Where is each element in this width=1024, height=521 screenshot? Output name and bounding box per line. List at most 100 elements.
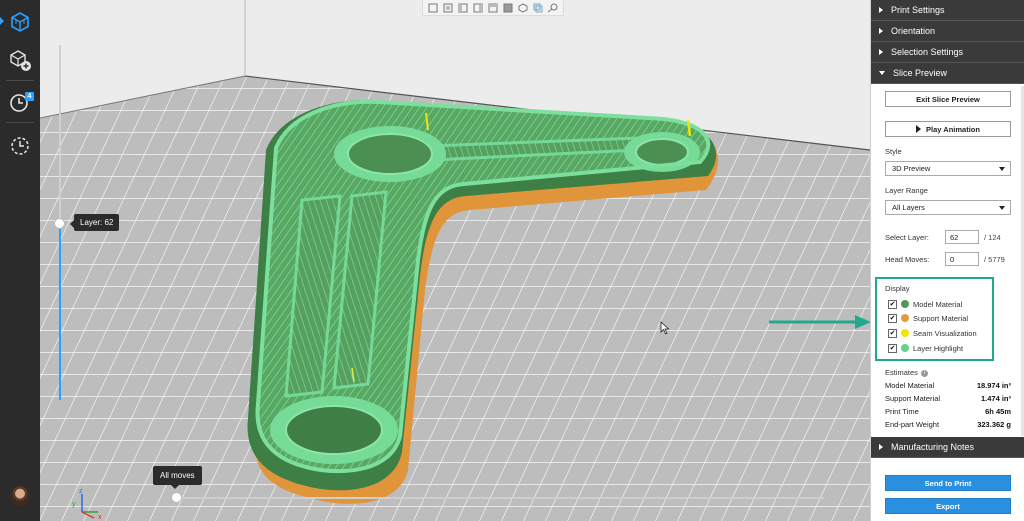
expand-arrow-icon: [879, 7, 883, 13]
head-moves-input[interactable]: 0: [945, 252, 979, 266]
section-label: Print Settings: [891, 5, 945, 15]
style-label: Style: [885, 147, 902, 156]
layer-slider-handle[interactable]: [54, 218, 65, 229]
front-view-icon[interactable]: [427, 2, 439, 14]
back-view-icon[interactable]: [442, 2, 454, 14]
left-view-icon[interactable]: [457, 2, 469, 14]
estimate-label: End-part Weight: [885, 420, 940, 429]
axis-y-label: y: [72, 501, 76, 508]
estimate-value: 1.474 in³: [980, 394, 1011, 403]
estimate-label: Print Time: [885, 407, 919, 416]
axis-triad-icon: z y x: [72, 488, 102, 520]
toolbar-divider: [6, 80, 34, 81]
expand-arrow-icon: [879, 28, 883, 34]
top-view-icon[interactable]: [487, 2, 499, 14]
estimate-value: 323.362 g: [977, 420, 1011, 429]
color-swatch: [901, 344, 909, 352]
layer-slider-fill: [59, 223, 61, 400]
left-toolbar: 4: [0, 0, 40, 521]
moves-tooltip: All moves: [153, 466, 202, 489]
axis-z-label: z: [79, 488, 83, 495]
color-swatch: [901, 314, 909, 322]
zoom-fit-icon[interactable]: [547, 2, 559, 14]
settings-panel: Print Settings Orientation Selection Set…: [870, 0, 1024, 521]
head-moves-total: / 5779: [984, 255, 1005, 264]
active-indicator: [0, 17, 4, 25]
right-view-icon[interactable]: [472, 2, 484, 14]
view-toolbar: [422, 0, 564, 16]
collapse-arrow-icon: [879, 71, 885, 75]
print-history-icon[interactable]: 4: [6, 88, 34, 116]
head-moves-slider-handle[interactable]: [171, 492, 182, 503]
section-slice-preview[interactable]: Slice Preview: [871, 63, 1024, 84]
display-item-label: Seam Visualization: [913, 328, 977, 338]
expand-arrow-icon: [879, 444, 883, 450]
axis-x-label: x: [98, 514, 102, 520]
head-moves-slider-track[interactable]: [176, 497, 824, 499]
play-icon: [916, 125, 922, 133]
section-label: Orientation: [891, 26, 936, 36]
select-layer-label: Select Layer:: [885, 233, 929, 242]
section-label: Manufacturing Notes: [891, 442, 975, 452]
checkbox[interactable]: ✔: [888, 313, 897, 323]
checkbox[interactable]: ✔: [888, 328, 897, 338]
section-label: Selection Settings: [891, 47, 964, 57]
toolbar-divider: [6, 122, 34, 123]
section-label: Slice Preview: [893, 68, 948, 78]
layer-tooltip: Layer: 62: [69, 214, 120, 231]
display-item-model-material[interactable]: ✔ Model Material: [888, 298, 962, 310]
estimate-row: Support Material 1.474 in³: [885, 394, 1011, 403]
expand-arrow-icon: [879, 49, 883, 55]
estimate-label: Support Material: [885, 394, 941, 403]
select-layer-input[interactable]: 62: [945, 230, 979, 244]
estimates-heading: Estimates i: [885, 368, 928, 377]
exit-slice-preview-button[interactable]: Exit Slice Preview: [885, 91, 1011, 107]
estimate-row: Print Time 6h 45m: [885, 407, 1011, 416]
estimate-value: 18.974 in³: [976, 381, 1011, 390]
estimate-value: 6h 45m: [985, 407, 1011, 416]
section-manufacturing-notes[interactable]: Manufacturing Notes: [871, 437, 1024, 458]
chevron-down-icon: [999, 206, 1005, 210]
add-part-icon[interactable]: [6, 46, 34, 74]
bottom-view-icon[interactable]: [502, 2, 514, 14]
display-item-label: Layer Highlight: [913, 343, 964, 353]
history-badge: 4: [25, 92, 34, 101]
section-selection-settings[interactable]: Selection Settings: [871, 42, 1024, 63]
layer-range-label: Layer Range: [885, 186, 928, 195]
display-item-label: Model Material: [913, 299, 963, 309]
estimate-label: Model Material: [885, 381, 935, 390]
display-item-layer-highlight[interactable]: ✔ Layer Highlight: [888, 342, 963, 354]
chevron-down-icon: [999, 167, 1005, 171]
callout-arrow-icon: [769, 315, 870, 329]
recent-history-icon[interactable]: [6, 132, 34, 160]
estimate-row: Model Material 18.974 in³: [885, 381, 1011, 390]
estimates-label: Estimates: [885, 368, 918, 377]
style-select[interactable]: 3D Preview: [885, 161, 1011, 176]
3d-viewport[interactable]: Layer: 62 All moves z y x: [40, 0, 870, 521]
mouse-cursor-icon: [660, 321, 670, 335]
layer-range-select[interactable]: All Layers: [885, 200, 1011, 215]
display-item-seam-visualization[interactable]: ✔ Seam Visualization: [888, 327, 977, 339]
color-swatch: [901, 329, 909, 337]
display-item-label: Support Material: [913, 313, 969, 323]
3d-view-icon[interactable]: [6, 8, 34, 36]
checkbox[interactable]: ✔: [888, 343, 897, 353]
play-animation-label: Play Animation: [926, 124, 980, 134]
head-moves-label: Head Moves:: [885, 255, 930, 264]
display-item-support-material[interactable]: ✔ Support Material: [888, 312, 968, 324]
estimate-row: End-part Weight 323.362 g: [885, 420, 1011, 429]
slice-preview-scene: [40, 0, 870, 521]
transparency-icon[interactable]: [532, 2, 544, 14]
color-swatch: [901, 300, 909, 308]
info-icon[interactable]: i: [920, 369, 928, 377]
iso-view-icon[interactable]: [517, 2, 529, 14]
checkbox[interactable]: ✔: [888, 299, 897, 309]
display-label: Display: [885, 284, 910, 293]
user-avatar[interactable]: [10, 486, 30, 506]
style-value: 3D Preview: [892, 164, 931, 173]
section-orientation[interactable]: Orientation: [871, 21, 1024, 42]
export-button[interactable]: Export: [885, 498, 1011, 514]
send-to-print-button[interactable]: Send to Print: [885, 475, 1011, 491]
section-print-settings[interactable]: Print Settings: [871, 0, 1024, 21]
play-animation-button[interactable]: Play Animation: [885, 121, 1011, 137]
